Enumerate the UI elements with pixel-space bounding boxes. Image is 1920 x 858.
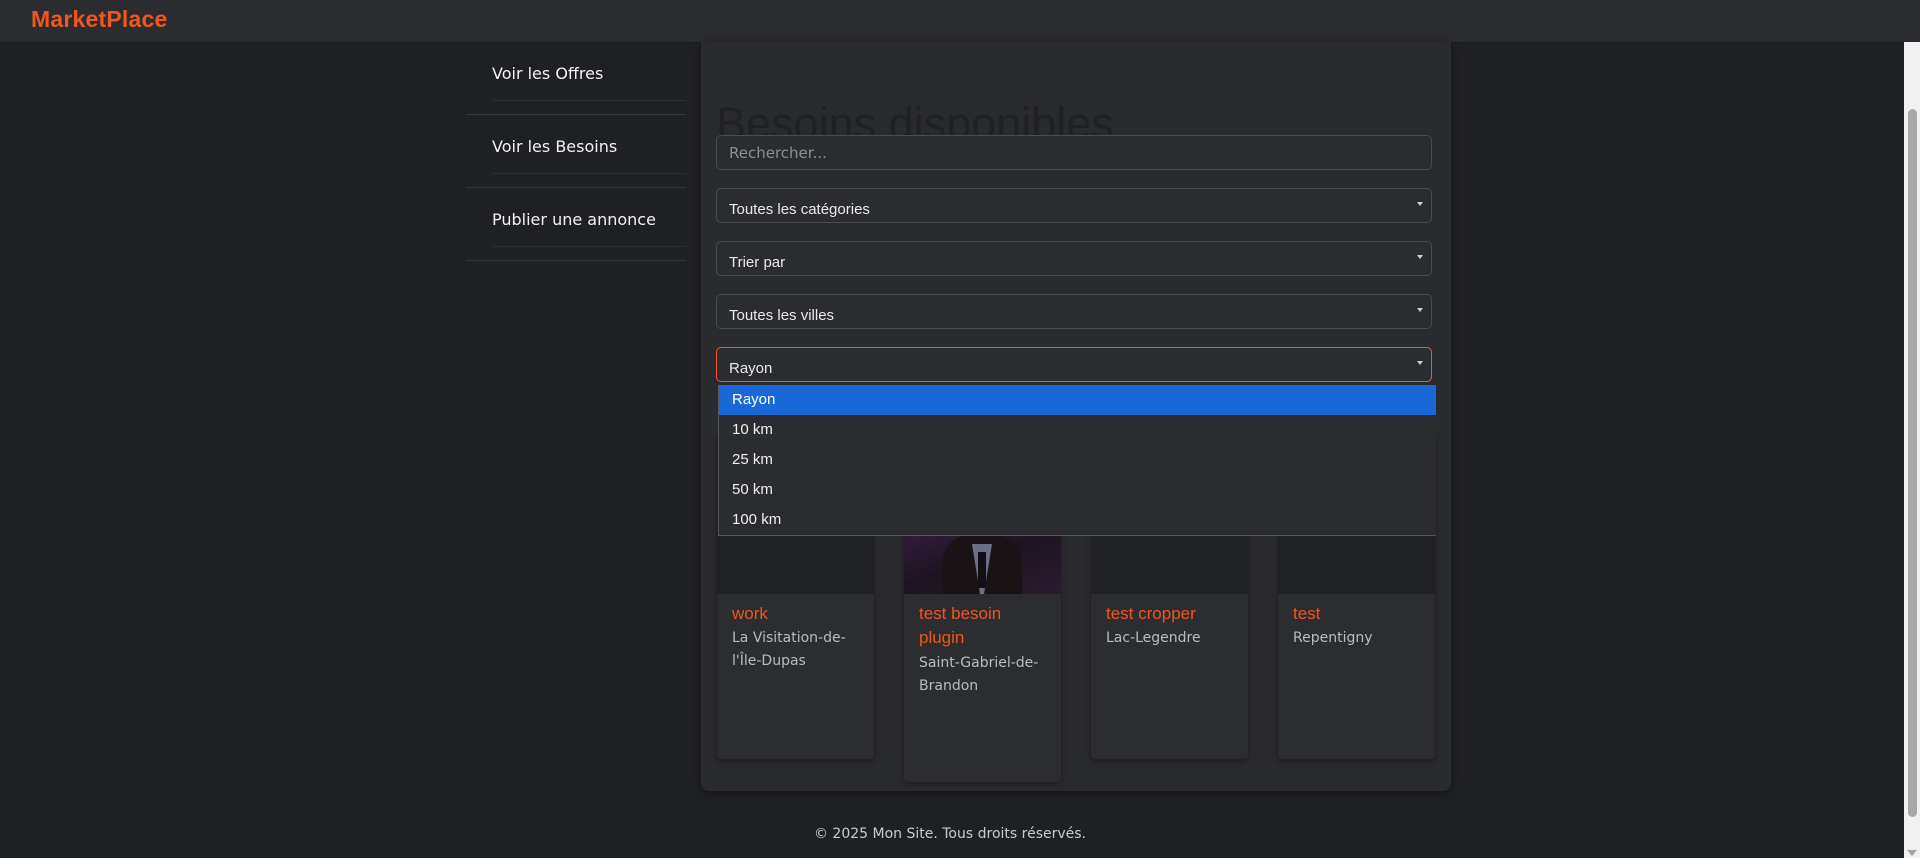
scroll-down-arrow-icon[interactable] xyxy=(1907,850,1917,856)
scrollbar-thumb[interactable] xyxy=(1908,109,1917,817)
tie-shape xyxy=(978,552,986,588)
footer-text: © 2025 Mon Site. Tous droits réservés. xyxy=(813,826,1087,842)
chevron-down-icon xyxy=(1417,308,1423,312)
sidebar-item-label[interactable]: Publier une annonce xyxy=(492,210,656,229)
chevron-down-icon xyxy=(1417,202,1423,206)
city-select[interactable]: Toutes les villes xyxy=(716,294,1432,329)
card-city: Saint-Gabriel-de-Brandon xyxy=(919,655,1039,694)
sidebar-item-label[interactable]: Voir les Offres xyxy=(492,64,603,83)
card-city: Lac-Legendre xyxy=(1106,630,1201,646)
card-city: Repentigny xyxy=(1293,630,1373,646)
city-select-value: Toutes les villes xyxy=(729,307,835,324)
card-title[interactable]: test xyxy=(1293,602,1320,626)
radius-option-10km[interactable]: 10 km xyxy=(719,415,1436,445)
chevron-down-icon xyxy=(1417,255,1423,259)
page-scrollbar[interactable] xyxy=(1904,42,1920,858)
radius-select-value: Rayon xyxy=(729,360,773,377)
radius-select[interactable]: Rayon xyxy=(716,347,1432,382)
sidebar-item-offres[interactable]: Voir les Offres xyxy=(466,42,686,115)
top-navbar: MarketPlace xyxy=(0,0,1920,43)
radius-option-50km[interactable]: 50 km xyxy=(719,475,1436,505)
sort-select[interactable]: Trier par xyxy=(716,241,1432,276)
card-title[interactable]: test cropper xyxy=(1106,602,1196,626)
chevron-down-icon xyxy=(1417,361,1423,365)
category-select[interactable]: Toutes les catégories xyxy=(716,188,1432,223)
sort-select-value: Trier par xyxy=(729,254,786,271)
card-title[interactable]: work xyxy=(732,602,768,626)
sidebar-item-besoins[interactable]: Voir les Besoins xyxy=(466,115,686,188)
card-city: La Visitation-de-l'Île-Dupas xyxy=(732,630,846,669)
brand-logo[interactable]: MarketPlace xyxy=(31,6,167,33)
radius-option-100km[interactable]: 100 km xyxy=(719,505,1436,535)
sidebar: Voir les Offres Voir les Besoins Publier… xyxy=(466,42,686,261)
radius-option-25km[interactable]: 25 km xyxy=(719,445,1436,475)
search-input[interactable] xyxy=(716,135,1432,170)
radius-option-rayon[interactable]: Rayon xyxy=(719,385,1436,415)
sidebar-item-label[interactable]: Voir les Besoins xyxy=(492,137,617,156)
radius-dropdown-list: Rayon 10 km 25 km 50 km 100 km xyxy=(718,385,1436,536)
category-select-value: Toutes les catégories xyxy=(729,201,870,218)
card-title[interactable]: test besoin plugin xyxy=(919,602,1049,650)
sidebar-item-publier[interactable]: Publier une annonce xyxy=(466,188,686,261)
